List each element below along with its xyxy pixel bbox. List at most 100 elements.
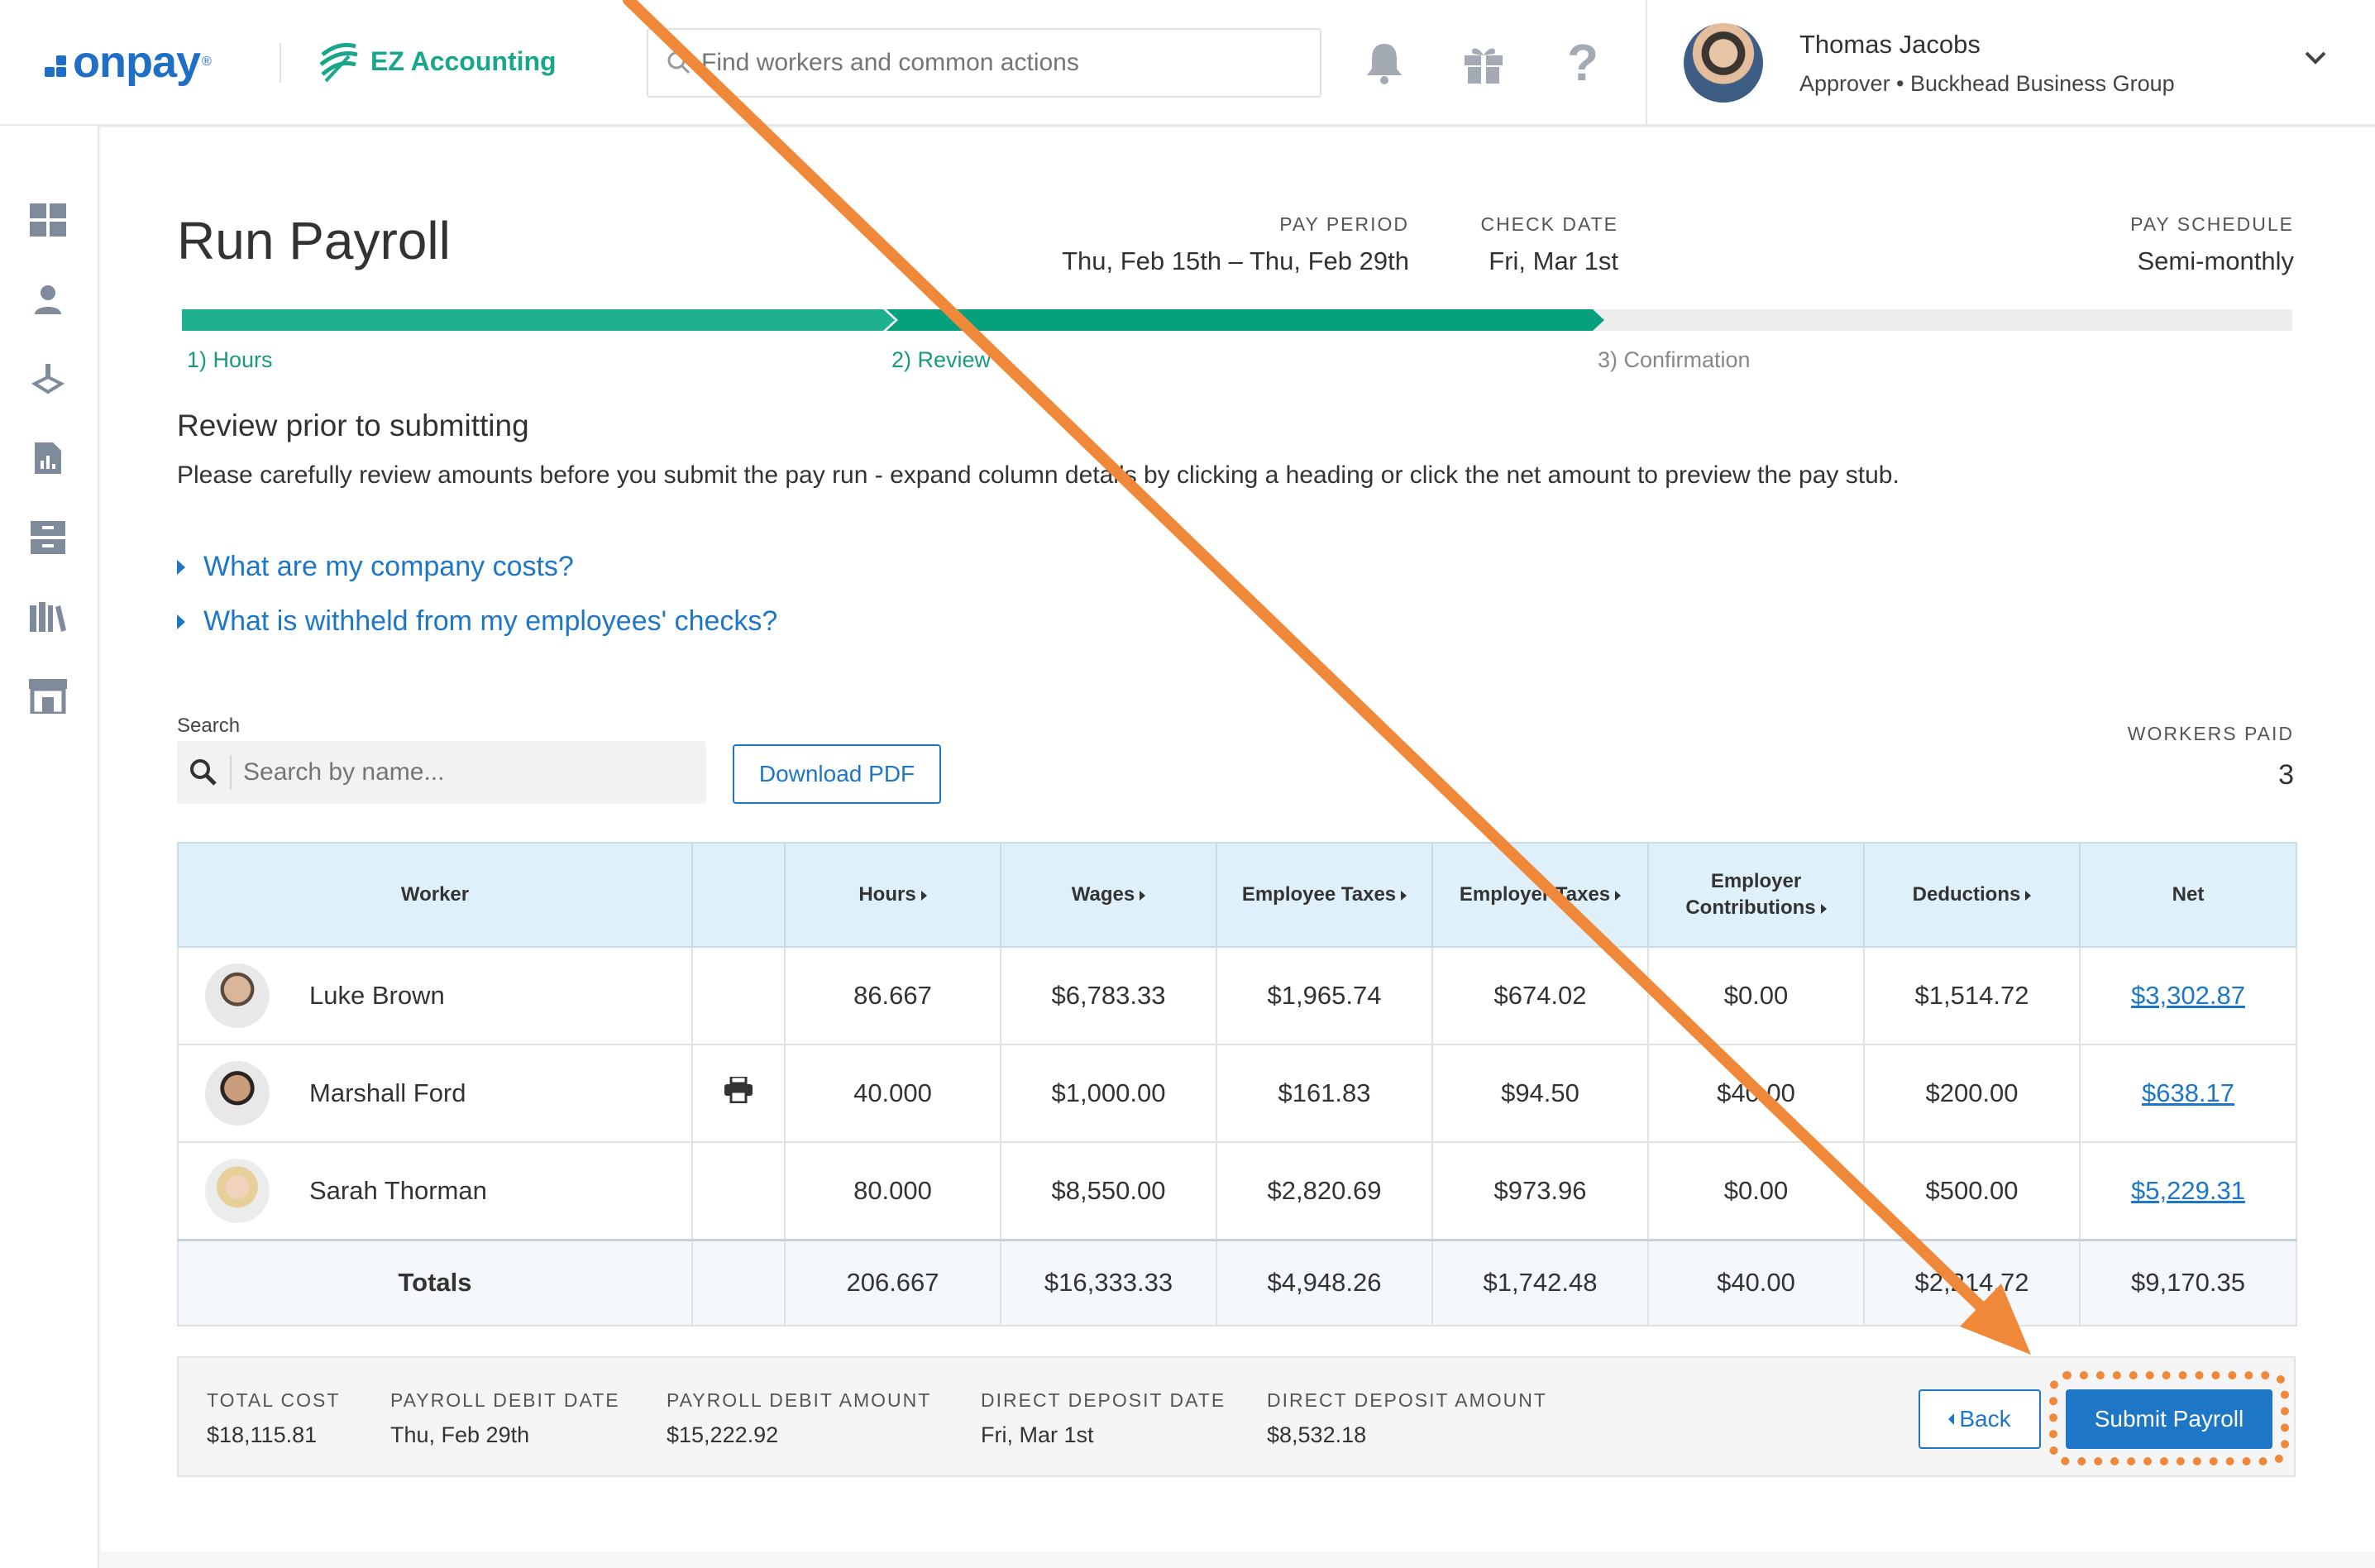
- worker-cell: Marshall Ford: [177, 1045, 693, 1143]
- page-title: Run Payroll: [177, 211, 451, 270]
- faq-company-costs[interactable]: What are my company costs?: [177, 551, 574, 583]
- step-hours[interactable]: 1) Hours: [187, 347, 273, 373]
- dashboard-icon[interactable]: [28, 200, 68, 240]
- net-cell: $638.17: [2080, 1045, 2297, 1143]
- search-divider: [230, 755, 232, 790]
- review-title: Review prior to submitting: [177, 409, 529, 442]
- user-name[interactable]: Thomas Jacobs: [1799, 30, 1981, 60]
- debit-amount-value: $15,222.92: [667, 1422, 779, 1447]
- worker-cell: Sarah Thorman: [177, 1142, 693, 1241]
- back-label: Back: [1959, 1406, 2011, 1432]
- onpay-logo[interactable]: onpay ®: [45, 36, 212, 88]
- step-review[interactable]: 2) Review: [891, 347, 991, 373]
- net-cell: $5,229.31: [2080, 1142, 2297, 1241]
- summary-bar: TOTAL COST $18,115.81 PAYROLL DEBIT DATE…: [177, 1356, 2296, 1477]
- wages-cell: $6,783.33: [1001, 947, 1217, 1045]
- caret-right-icon: [920, 890, 927, 901]
- payroll-hand-icon[interactable]: [28, 359, 68, 399]
- reports-icon[interactable]: [28, 438, 68, 478]
- user-role: Approver • Buckhead Business Group: [1799, 71, 2175, 96]
- col-wages[interactable]: Wages: [1001, 842, 1217, 948]
- faq-company-costs-label: What are my company costs?: [203, 551, 574, 582]
- deductions-cell: $200.00: [1864, 1045, 2081, 1143]
- gift-icon[interactable]: [1460, 40, 1507, 86]
- employer-taxes-cell: $973.96: [1432, 1142, 1649, 1241]
- global-search-input[interactable]: [701, 49, 1297, 77]
- net-cell: $3,302.87: [2080, 947, 2297, 1045]
- col-hours[interactable]: Hours: [785, 842, 1001, 948]
- step-bar-review: [886, 309, 1604, 331]
- dd-date-value: Fri, Mar 1st: [981, 1422, 1094, 1447]
- worker-name[interactable]: Sarah Thorman: [309, 1176, 487, 1206]
- partner-logo: EZ Accounting: [316, 38, 557, 84]
- search-icon: [667, 51, 691, 74]
- dd-date-label: DIRECT DEPOSIT DATE: [981, 1389, 1226, 1411]
- pay-period-label: PAY PERIOD: [1279, 213, 1409, 235]
- col-deductions[interactable]: Deductions: [1864, 842, 2081, 948]
- col-employee-taxes[interactable]: Employee Taxes: [1216, 842, 1433, 948]
- faq-withheld[interactable]: What is withheld from my employees' chec…: [177, 605, 777, 638]
- totals-employee-taxes: $4,948.26: [1216, 1238, 1433, 1327]
- table-header-row: Worker Hours Wages Employee Taxes Employ…: [177, 842, 2297, 948]
- net-amount-link[interactable]: $5,229.31: [2131, 1176, 2245, 1205]
- hours-cell: 86.667: [785, 947, 1001, 1045]
- col-contrib-label-1: Employer: [1710, 870, 1802, 892]
- bell-icon[interactable]: [1361, 40, 1407, 86]
- col-deductions-label: Deductions: [1912, 883, 2021, 906]
- col-employer-taxes-label: Employer Taxes: [1459, 883, 1611, 906]
- col-employee-taxes-label: Employee Taxes: [1241, 883, 1397, 906]
- back-button[interactable]: Back: [1919, 1389, 2041, 1449]
- step-bar-hours: [182, 309, 895, 331]
- people-icon[interactable]: [28, 280, 68, 319]
- download-pdf-button[interactable]: Download PDF: [733, 744, 941, 804]
- totals-wages: $16,333.33: [1001, 1238, 1217, 1327]
- payroll-table: Worker Hours Wages Employee Taxes Employ…: [177, 842, 2297, 1327]
- printer-icon[interactable]: [724, 1075, 753, 1104]
- search-label: Search: [177, 715, 241, 737]
- col-actions: [692, 842, 786, 948]
- totals-label: Totals: [177, 1238, 693, 1327]
- avatar[interactable]: [1684, 23, 1763, 103]
- help-icon[interactable]: ?: [1560, 35, 1606, 92]
- actions-cell: [692, 1142, 786, 1241]
- worker-search-input[interactable]: [243, 758, 690, 786]
- library-icon[interactable]: [28, 597, 68, 637]
- worker-name[interactable]: Luke Brown: [309, 981, 445, 1011]
- progress-steps: [182, 309, 2292, 331]
- caret-right-icon: [2025, 890, 2032, 901]
- workers-paid-label: WORKERS PAID: [2127, 723, 2294, 744]
- net-amount-link[interactable]: $3,302.87: [2131, 981, 2245, 1010]
- step-confirmation: 3) Confirmation: [1598, 347, 1751, 372]
- totals-contributions: $40.00: [1648, 1238, 1865, 1327]
- employer-taxes-cell: $674.02: [1432, 947, 1649, 1045]
- col-employer-contributions[interactable]: Employer Contributions: [1648, 842, 1865, 948]
- store-icon[interactable]: [28, 676, 68, 716]
- dd-amount-value: $8,532.18: [1267, 1422, 1367, 1447]
- logo-mark: ®: [202, 55, 212, 69]
- chevron-down-icon[interactable]: [2304, 50, 2327, 70]
- deductions-cell: $1,514.72: [1864, 947, 2081, 1045]
- worker-name[interactable]: Marshall Ford: [309, 1078, 466, 1108]
- table-row: Marshall Ford 40.000 $1,000.00 $161.83 $…: [177, 1045, 2297, 1143]
- totals-row: Totals 206.667 $16,333.33 $4,948.26 $1,7…: [177, 1238, 2297, 1327]
- search-icon: [190, 759, 217, 786]
- debit-amount-label: PAYROLL DEBIT AMOUNT: [667, 1389, 932, 1411]
- dd-amount-label: DIRECT DEPOSIT AMOUNT: [1267, 1389, 1547, 1411]
- check-date-label: CHECK DATE: [1480, 213, 1618, 235]
- net-amount-link[interactable]: $638.17: [2142, 1078, 2234, 1107]
- wages-cell: $8,550.00: [1001, 1142, 1217, 1241]
- contributions-cell: $0.00: [1648, 947, 1865, 1045]
- pay-schedule-value: Semi-monthly: [2137, 246, 2295, 275]
- faq-withheld-label: What is withheld from my employees' chec…: [203, 605, 778, 637]
- submit-payroll-button[interactable]: Submit Payroll: [2066, 1389, 2272, 1449]
- col-wages-label: Wages: [1071, 883, 1135, 906]
- global-search[interactable]: [647, 28, 1321, 98]
- col-employer-taxes[interactable]: Employer Taxes: [1432, 842, 1649, 948]
- col-worker-label: Worker: [400, 883, 470, 906]
- filing-cabinet-icon[interactable]: [28, 518, 68, 557]
- avatar: [205, 963, 270, 1028]
- col-net-label: Net: [2172, 883, 2205, 906]
- worker-search[interactable]: [177, 741, 706, 804]
- caret-right-icon: [1615, 890, 1622, 901]
- caret-right-icon: [1401, 890, 1407, 901]
